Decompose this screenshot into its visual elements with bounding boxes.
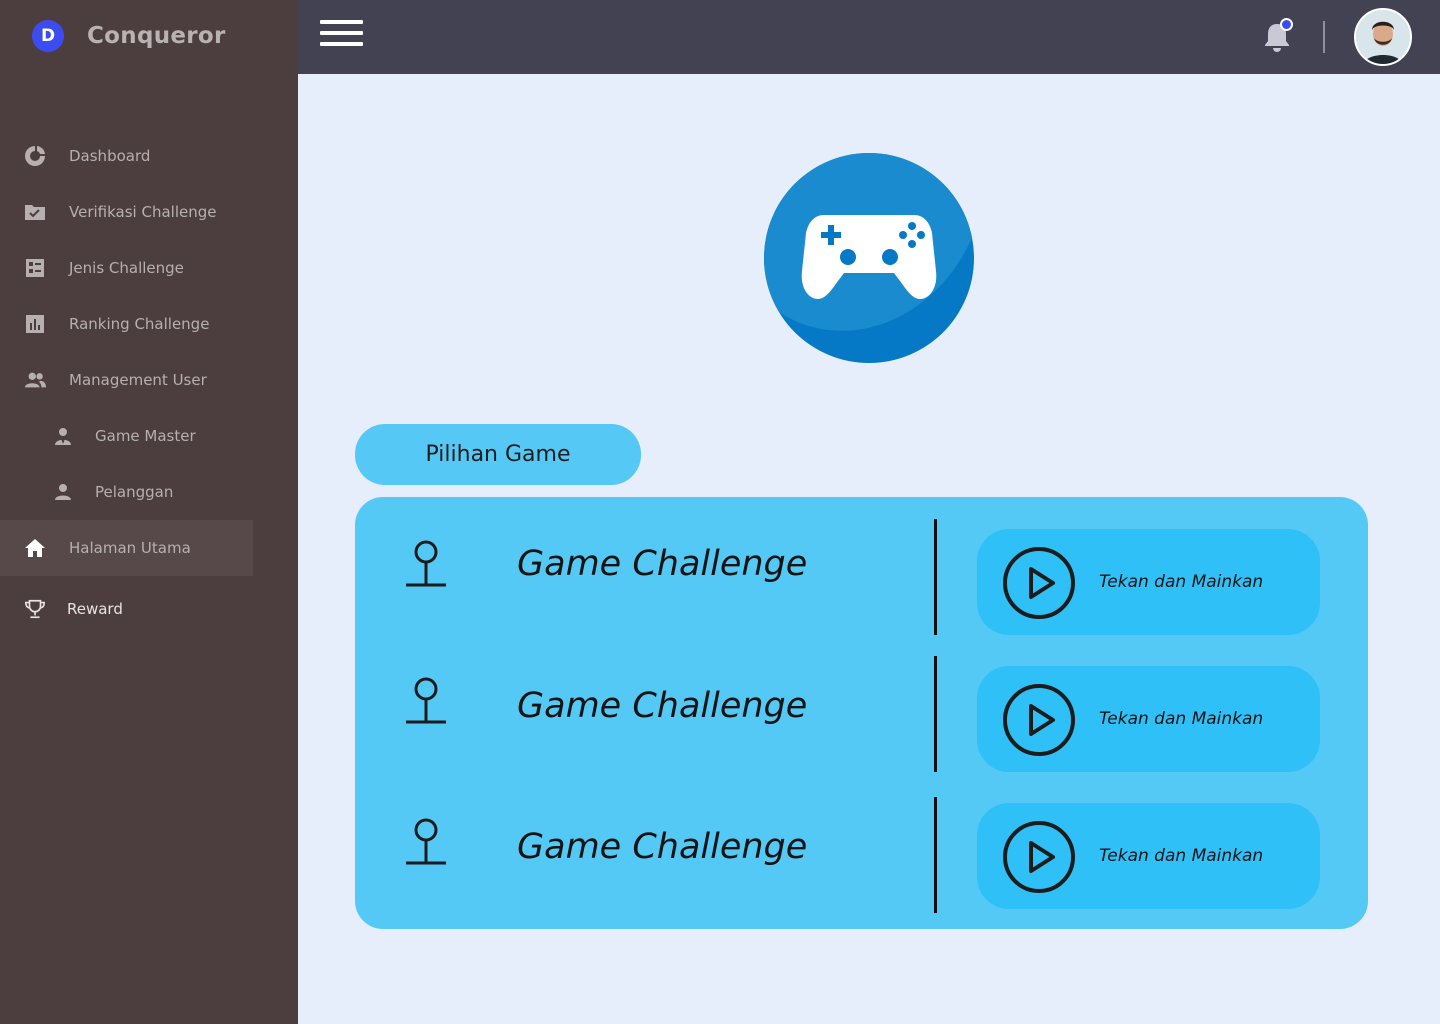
- bar-chart-icon: [24, 313, 46, 335]
- row-divider: [934, 797, 937, 913]
- brand-logo: D: [32, 20, 64, 52]
- joystick-icon: [406, 540, 446, 587]
- topbar: [298, 0, 1440, 74]
- play-icon: [1003, 547, 1075, 619]
- home-icon: [24, 537, 46, 559]
- row-divider: [934, 519, 937, 635]
- game-row: Game Challenge Tekan dan Mainkan: [355, 634, 1368, 772]
- play-button-label: Tekan dan Mainkan: [1099, 572, 1264, 592]
- sidebar-item-management-user[interactable]: Management User: [0, 352, 253, 408]
- game-title: Game Challenge: [517, 544, 808, 584]
- brand-name: Conqueror: [87, 23, 226, 49]
- sidebar-item-label: Jenis Challenge: [69, 259, 184, 277]
- sidebar: D Conqueror Dashboard Verifikasi Challen…: [0, 0, 298, 1024]
- brand[interactable]: D Conqueror: [32, 20, 226, 52]
- play-button-label: Tekan dan Mainkan: [1099, 709, 1264, 729]
- section-title: Pilihan Game: [355, 424, 641, 485]
- sidebar-item-game-master[interactable]: Game Master: [0, 408, 253, 464]
- game-title: Game Challenge: [517, 827, 808, 867]
- notification-dot: [1280, 18, 1293, 31]
- game-row: Game Challenge Tekan dan Mainkan: [355, 771, 1368, 913]
- sidebar-item-dashboard[interactable]: Dashboard: [0, 128, 253, 184]
- notification-button[interactable]: [1262, 18, 1294, 54]
- sidebar-item-verifikasi-challenge[interactable]: Verifikasi Challenge: [0, 184, 253, 240]
- joystick-icon: [406, 818, 446, 865]
- users-icon: [24, 369, 46, 391]
- user-tie-icon: [52, 425, 74, 447]
- row-divider: [934, 656, 937, 772]
- game-row: Game Challenge Tekan dan Mainkan: [355, 497, 1368, 635]
- joystick-icon: [406, 677, 446, 724]
- sidebar-item-label: Ranking Challenge: [69, 315, 210, 333]
- sidebar-item-label: Game Master: [95, 427, 196, 445]
- sidebar-item-reward[interactable]: Reward: [0, 581, 253, 637]
- sidebar-item-label: Halaman Utama: [69, 539, 191, 557]
- play-icon: [1003, 821, 1075, 893]
- user-icon: [52, 481, 74, 503]
- game-title: Game Challenge: [517, 686, 808, 726]
- trophy-icon: [24, 598, 46, 620]
- play-button-label: Tekan dan Mainkan: [1099, 846, 1264, 866]
- folder-check-icon: [24, 201, 46, 223]
- sidebar-item-halaman-utama[interactable]: Halaman Utama: [0, 520, 253, 576]
- sidebar-item-label: Pelanggan: [95, 483, 174, 501]
- pie-chart-icon: [24, 145, 46, 167]
- sidebar-item-label: Dashboard: [69, 147, 151, 165]
- avatar[interactable]: [1354, 8, 1412, 66]
- gamepad-icon: [801, 215, 937, 299]
- hero-game-badge: [764, 153, 974, 363]
- play-button[interactable]: Tekan dan Mainkan: [977, 803, 1320, 909]
- hamburger-icon[interactable]: [320, 20, 363, 46]
- play-button[interactable]: Tekan dan Mainkan: [977, 666, 1320, 772]
- play-icon: [1003, 684, 1075, 756]
- sidebar-item-label: Reward: [67, 600, 123, 618]
- games-panel: Game Challenge Tekan dan Mainkan Game Ch…: [355, 497, 1368, 929]
- sidebar-item-label: Management User: [69, 371, 207, 389]
- list-grid-icon: [24, 257, 46, 279]
- sidebar-item-label: Verifikasi Challenge: [69, 203, 217, 221]
- topbar-divider: [1323, 21, 1325, 53]
- sidebar-item-jenis-challenge[interactable]: Jenis Challenge: [0, 240, 253, 296]
- play-button[interactable]: Tekan dan Mainkan: [977, 529, 1320, 635]
- sidebar-item-pelanggan[interactable]: Pelanggan: [0, 464, 253, 520]
- sidebar-item-ranking-challenge[interactable]: Ranking Challenge: [0, 296, 253, 352]
